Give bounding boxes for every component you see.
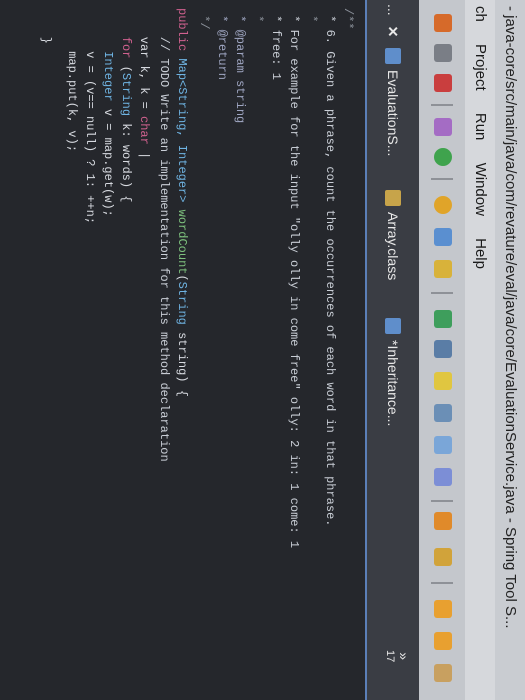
editor-tab-bar: ... ✕ EvaluationS... Array.class *Inheri… bbox=[365, 0, 419, 700]
previous-annotation-icon[interactable] bbox=[434, 548, 452, 566]
toolbar-separator bbox=[431, 582, 453, 584]
menu-search[interactable]: ch bbox=[472, 6, 489, 22]
more-tabs-count: 17 bbox=[384, 650, 396, 663]
run-icon[interactable] bbox=[434, 310, 452, 328]
code-line: * 6. Given a phrase, count the occurrenc… bbox=[323, 8, 337, 527]
code-line: /** bbox=[341, 8, 355, 30]
next-edit-icon[interactable] bbox=[434, 664, 452, 682]
window-title: - java-core/src/main/java/com/revature/e… bbox=[495, 0, 525, 700]
code-line: * bbox=[251, 8, 265, 23]
code-line: // TODO Write an implementation for this… bbox=[157, 8, 171, 462]
toolbar-separator bbox=[431, 292, 453, 294]
code-line: } bbox=[39, 8, 53, 45]
code-token: wordCount bbox=[175, 209, 189, 275]
code-token: public bbox=[175, 8, 189, 52]
java-file-icon bbox=[384, 318, 401, 334]
tab-inheritance[interactable]: *Inheritance... bbox=[381, 318, 405, 426]
code-token: for bbox=[119, 8, 133, 59]
menu-project[interactable]: Project bbox=[472, 44, 489, 91]
code-token: v = map.get(w); bbox=[101, 101, 115, 217]
code-token: String bbox=[175, 281, 189, 325]
class-file-icon bbox=[384, 190, 401, 206]
search-icon[interactable] bbox=[434, 228, 452, 246]
chevron-right-icon: » bbox=[396, 652, 412, 661]
console-icon[interactable] bbox=[434, 340, 452, 358]
menu-bar: ch Project Run Window Help bbox=[465, 0, 495, 700]
code-line: * bbox=[305, 8, 319, 23]
tab-evaluation-service[interactable]: EvaluationS... bbox=[381, 48, 405, 156]
code-line: * @return bbox=[215, 8, 229, 81]
edit-icon[interactable] bbox=[434, 260, 452, 278]
tab-label: EvaluationS... bbox=[385, 70, 401, 157]
toolbar-separator bbox=[431, 104, 453, 106]
code-token: k: words) { bbox=[119, 116, 133, 203]
code-token: Integer bbox=[101, 8, 115, 102]
menu-run[interactable]: Run bbox=[472, 113, 489, 141]
toolbar-separator bbox=[431, 178, 453, 180]
code-line: var k, k = char | bbox=[137, 8, 151, 159]
forward-arrow-icon[interactable] bbox=[434, 632, 452, 650]
back-arrow-icon[interactable] bbox=[434, 600, 452, 618]
tab-label: Array.class bbox=[385, 212, 401, 281]
text-cursor: | bbox=[137, 144, 151, 160]
code-editor[interactable]: /** * 6. Given a phrase, count the occur… bbox=[0, 0, 365, 700]
menu-window[interactable]: Window bbox=[472, 163, 489, 216]
code-line: Integer v = map.get(w); bbox=[101, 8, 115, 217]
open-type-icon[interactable] bbox=[434, 196, 452, 214]
code-line: */ bbox=[197, 8, 211, 30]
show-whitespace-icon[interactable] bbox=[434, 468, 452, 486]
tab-overflow-label: ... bbox=[385, 4, 401, 16]
code-token: String bbox=[119, 72, 133, 117]
java-file-icon bbox=[384, 48, 401, 64]
next-annotation-icon[interactable] bbox=[434, 512, 452, 530]
code-line: * For example for the input "olly olly i… bbox=[287, 8, 301, 549]
code-token: var k, k = bbox=[137, 8, 151, 117]
new-java-project-icon[interactable] bbox=[434, 118, 452, 136]
code-token: Map<String, Integer> bbox=[175, 58, 189, 203]
code-line: v = (v== null) ? 1: ++n; bbox=[83, 8, 97, 225]
code-line: * free: 1 bbox=[269, 8, 283, 81]
debug-icon[interactable] bbox=[434, 74, 452, 92]
code-line: for (String k: words) { bbox=[119, 8, 133, 203]
menu-help[interactable]: Help bbox=[472, 238, 489, 269]
toolbar-separator bbox=[431, 500, 453, 502]
tab-label: *Inheritance... bbox=[385, 340, 401, 427]
save-icon[interactable] bbox=[434, 44, 452, 62]
code-token: char bbox=[137, 116, 151, 145]
more-tabs-button[interactable]: » 17 bbox=[384, 650, 412, 662]
code-token: string) { bbox=[175, 332, 189, 397]
code-line: * @param string bbox=[233, 8, 247, 124]
task-list-icon[interactable] bbox=[434, 404, 452, 422]
new-icon[interactable] bbox=[434, 14, 452, 32]
code-line: map.put(k, v); bbox=[65, 8, 79, 153]
code-line: public Map<String, Integer> wordCount(St… bbox=[175, 8, 189, 397]
code-token: ( bbox=[119, 58, 133, 73]
format-icon[interactable] bbox=[434, 436, 452, 454]
tab-array-class[interactable]: Array.class bbox=[381, 190, 405, 280]
main-toolbar bbox=[418, 0, 465, 700]
close-icon[interactable]: ✕ bbox=[385, 26, 401, 38]
new-class-icon[interactable] bbox=[434, 148, 452, 166]
ide-window: - java-core/src/main/java/com/revature/e… bbox=[0, 0, 525, 700]
tab-overflow[interactable]: ... ✕ bbox=[381, 4, 405, 37]
highlight-icon[interactable] bbox=[434, 372, 452, 390]
